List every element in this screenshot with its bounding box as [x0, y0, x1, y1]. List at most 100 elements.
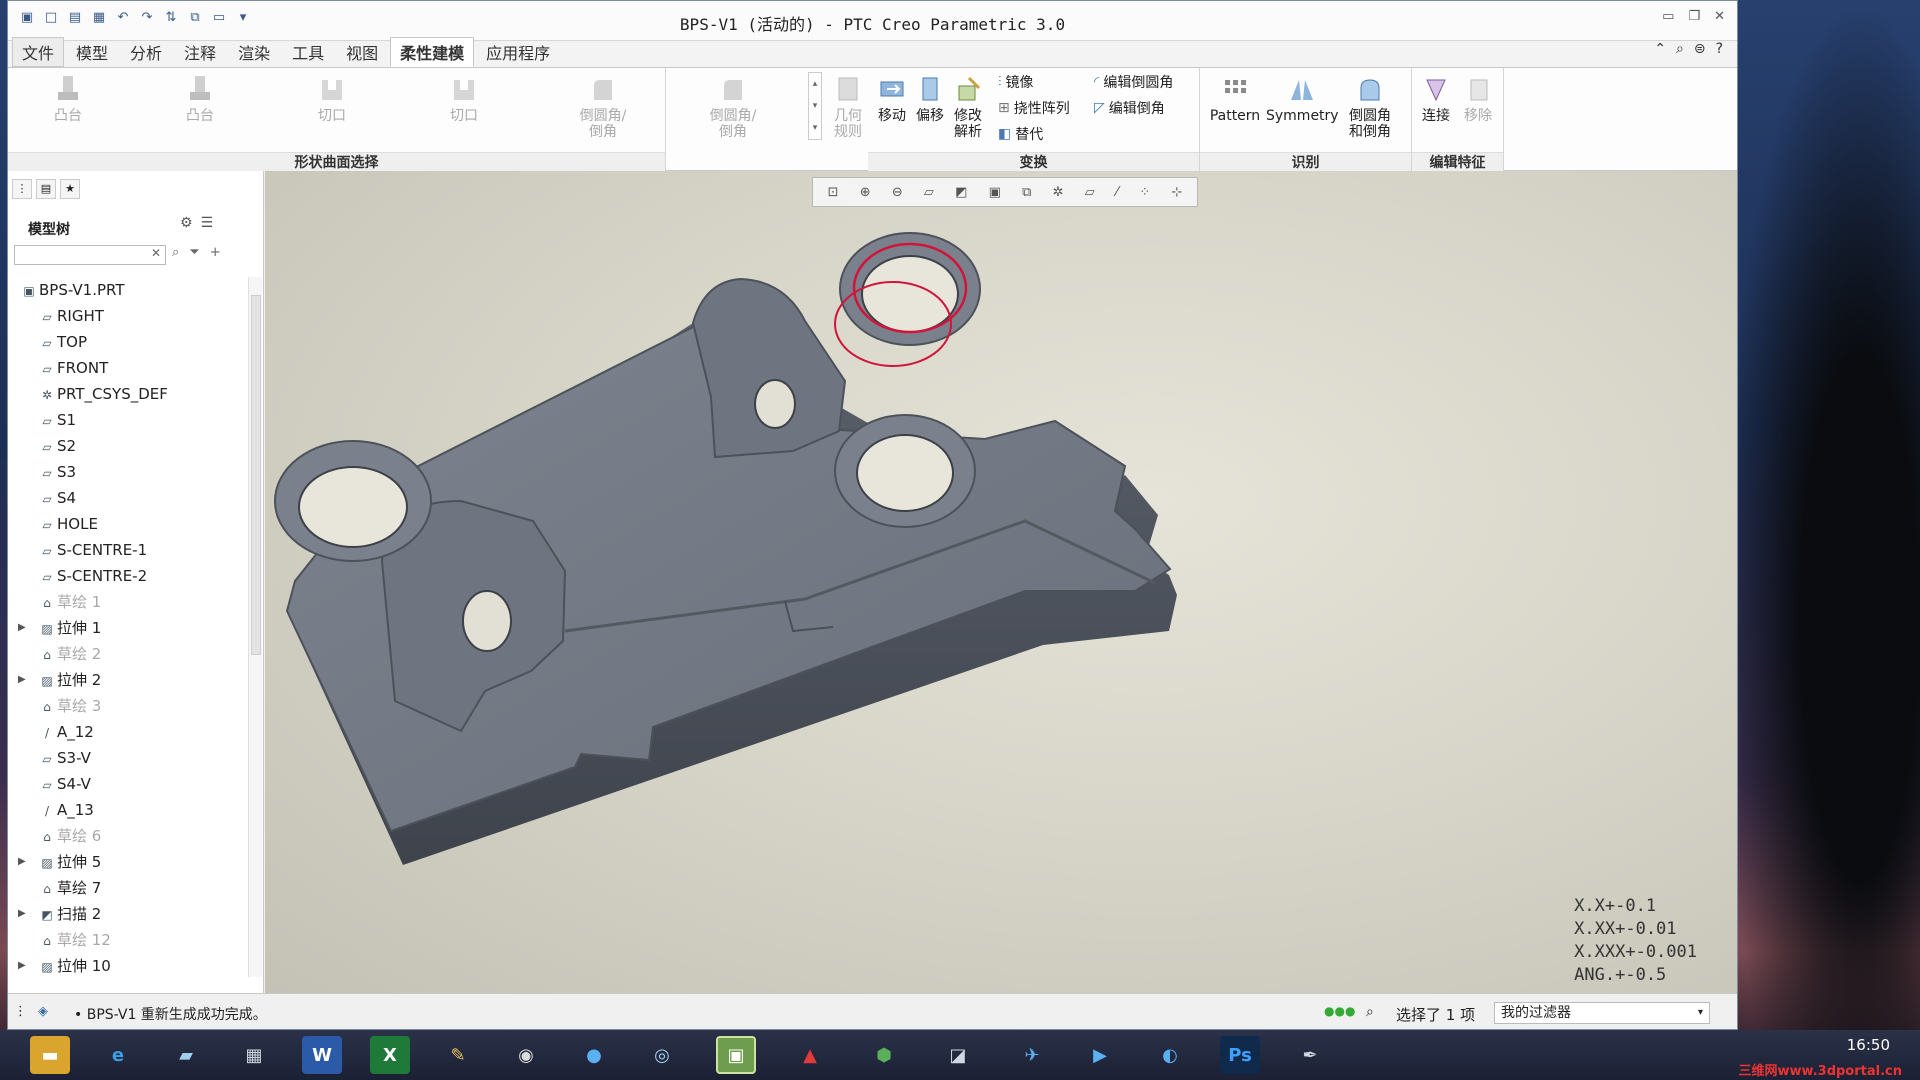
- modify-analytic-button[interactable]: 修改 解析: [950, 74, 986, 140]
- tab-flexible-modeling[interactable]: 柔性建模: [390, 37, 475, 67]
- tree-item[interactable]: ▱ HOLE: [14, 511, 248, 537]
- notes-icon[interactable]: ▰: [166, 1036, 206, 1074]
- expand-icon[interactable]: ▶: [18, 953, 26, 979]
- move-button[interactable]: 移动: [874, 74, 910, 124]
- edit-chamfer-button[interactable]: ◸ 编辑倒角: [1094, 98, 1165, 118]
- expand-icon[interactable]: ▶: [18, 667, 26, 693]
- pattern-button[interactable]: Pattern: [1204, 74, 1266, 124]
- navigator-toggle-icon[interactable]: ⋮: [14, 1004, 27, 1019]
- tree-item[interactable]: ▶ ▨ 拉伸 5: [14, 849, 248, 875]
- symmetry-button[interactable]: Symmetry: [1266, 74, 1339, 124]
- browser-toggle-icon[interactable]: ◈: [38, 1004, 48, 1019]
- explorer-icon[interactable]: ▬: [30, 1036, 70, 1074]
- show-icon[interactable]: ☰: [201, 215, 214, 231]
- cut-button-1[interactable]: 切口: [312, 74, 352, 124]
- tree-item[interactable]: ⌂ 草绘 1: [14, 589, 248, 615]
- word-icon[interactable]: W: [302, 1036, 342, 1074]
- tree-scroll-thumb[interactable]: [251, 295, 261, 655]
- excel-icon[interactable]: X: [370, 1036, 410, 1074]
- clear-search-icon[interactable]: ✕: [151, 246, 161, 260]
- round-chamfer-button-2[interactable]: 倒圆角/ 倒角: [698, 74, 768, 140]
- tree-item[interactable]: / A_12: [14, 719, 248, 745]
- substitute-button[interactable]: ◧ 替代: [998, 124, 1043, 144]
- tree-settings-icon[interactable]: ⚙: [180, 215, 193, 231]
- tree-item[interactable]: ▱ S3: [14, 459, 248, 485]
- gallery-scroll[interactable]: ▴ ▾ ▾: [808, 72, 822, 140]
- find-icon[interactable]: ⌕: [172, 245, 179, 260]
- qq-icon[interactable]: ●: [574, 1036, 614, 1074]
- bird-app-icon[interactable]: ✈: [1012, 1036, 1052, 1074]
- tab-annotate[interactable]: 注释: [174, 37, 226, 67]
- graphics-window[interactable]: ⊡ ⊕ ⊖ ▱ ◩ ▣ ⧉ ✲ ▱ ⁄ ⁘ ⊹ X.X+-0.1 X.XX+-0…: [265, 171, 1737, 993]
- tree-item[interactable]: ✲ PRT_CSYS_DEF: [14, 381, 248, 407]
- tree-item[interactable]: / A_13: [14, 797, 248, 823]
- tree-item[interactable]: ⌂ 草绘 7: [14, 875, 248, 901]
- cube-app-icon[interactable]: ⬢: [864, 1036, 904, 1074]
- selection-filter-dropdown[interactable]: 我的过滤器 ▾: [1494, 1002, 1710, 1024]
- round-chamfer-button-1[interactable]: 倒圆角/ 倒角: [568, 74, 638, 140]
- help-icon[interactable]: ?: [1716, 41, 1723, 57]
- part-model-3d[interactable]: [265, 171, 1737, 993]
- mirror-button[interactable]: ⫶ 镜像: [998, 72, 1034, 92]
- calculator-icon[interactable]: ▦: [234, 1036, 274, 1074]
- tree-item[interactable]: ▱ S1: [14, 407, 248, 433]
- paint-icon[interactable]: ✎: [438, 1036, 478, 1074]
- tab-analysis[interactable]: 分析: [120, 37, 172, 67]
- tree-item[interactable]: ▶ ◩ 扫描 2: [14, 901, 248, 927]
- tree-item[interactable]: ▶ ▨ 拉伸 1: [14, 615, 248, 641]
- maximize-icon[interactable]: ❐: [1688, 9, 1700, 24]
- tree-item[interactable]: ▱ S-CENTRE-1: [14, 537, 248, 563]
- model-tree-tab-icon[interactable]: ⋮: [12, 179, 32, 199]
- tree-item[interactable]: ▶ ▨ 拉伸 10: [14, 953, 248, 979]
- offset-button[interactable]: 偏移: [912, 74, 948, 124]
- pdf-icon[interactable]: ▲: [790, 1036, 830, 1074]
- boss-button-2[interactable]: 凸台: [180, 74, 220, 124]
- recognize-round-chamfer-button[interactable]: 倒圆角 和倒角: [1340, 74, 1400, 140]
- tree-item[interactable]: ⌂ 草绘 3: [14, 693, 248, 719]
- play-icon[interactable]: ▶: [1080, 1036, 1120, 1074]
- viewer-icon[interactable]: ◪: [938, 1036, 978, 1074]
- browser-icon[interactable]: ◐: [1150, 1036, 1190, 1074]
- tab-model[interactable]: 模型: [66, 37, 118, 67]
- photoshop-icon[interactable]: Ps: [1220, 1036, 1260, 1074]
- tree-item[interactable]: ▱ S2: [14, 433, 248, 459]
- edit-round-button[interactable]: ◜ 编辑倒圆角: [1094, 72, 1173, 92]
- pen-app-icon[interactable]: ✒: [1290, 1036, 1330, 1074]
- expand-icon[interactable]: ▶: [18, 901, 26, 927]
- collapse-ribbon-icon[interactable]: ⌃: [1654, 41, 1666, 57]
- tree-item[interactable]: ▱ TOP: [14, 329, 248, 355]
- tab-render[interactable]: 渲染: [228, 37, 280, 67]
- tab-file[interactable]: 文件: [12, 37, 65, 67]
- ie-icon[interactable]: e: [98, 1036, 138, 1074]
- creo-icon[interactable]: ▣: [716, 1036, 756, 1074]
- tree-item[interactable]: ⌂ 草绘 12: [14, 927, 248, 953]
- tree-item[interactable]: ▶ ▨ 拉伸 2: [14, 667, 248, 693]
- clock[interactable]: 16:50: [1847, 1036, 1890, 1054]
- media-player-icon[interactable]: ◉: [506, 1036, 546, 1074]
- boss-button-1[interactable]: 凸台: [48, 74, 88, 124]
- tab-view[interactable]: 视图: [336, 37, 388, 67]
- tab-applications[interactable]: 应用程序: [476, 37, 560, 67]
- community-icon[interactable]: ⊜: [1694, 41, 1706, 57]
- tree-item[interactable]: ▱ S3-V: [14, 745, 248, 771]
- find-selection-icon[interactable]: ⌕: [1366, 1004, 1374, 1020]
- geometry-rules-button[interactable]: 几何 规则: [830, 74, 866, 140]
- expand-icon[interactable]: ▶: [18, 615, 26, 641]
- tree-scrollbar[interactable]: [248, 277, 262, 977]
- tab-tools[interactable]: 工具: [282, 37, 334, 67]
- cut-button-2[interactable]: 切口: [444, 74, 484, 124]
- tree-item[interactable]: ▱ FRONT: [14, 355, 248, 381]
- add-column-icon[interactable]: +: [210, 245, 221, 260]
- tree-item[interactable]: ▱ S4-V: [14, 771, 248, 797]
- folder-browser-tab-icon[interactable]: ▤: [36, 179, 56, 199]
- expand-icon[interactable]: ▶: [18, 849, 26, 875]
- tree-item[interactable]: ▣ BPS-V1.PRT: [14, 277, 248, 303]
- tree-item[interactable]: ▱ RIGHT: [14, 303, 248, 329]
- minimize-icon[interactable]: ▭: [1662, 9, 1674, 24]
- camera-icon[interactable]: ◎: [642, 1036, 682, 1074]
- attach-button[interactable]: 连接: [1418, 74, 1454, 124]
- close-icon[interactable]: ✕: [1714, 9, 1725, 24]
- filter-icon[interactable]: ⏷: [189, 245, 199, 260]
- tree-item[interactable]: ⌂ 草绘 6: [14, 823, 248, 849]
- favorites-tab-icon[interactable]: ★: [60, 179, 80, 199]
